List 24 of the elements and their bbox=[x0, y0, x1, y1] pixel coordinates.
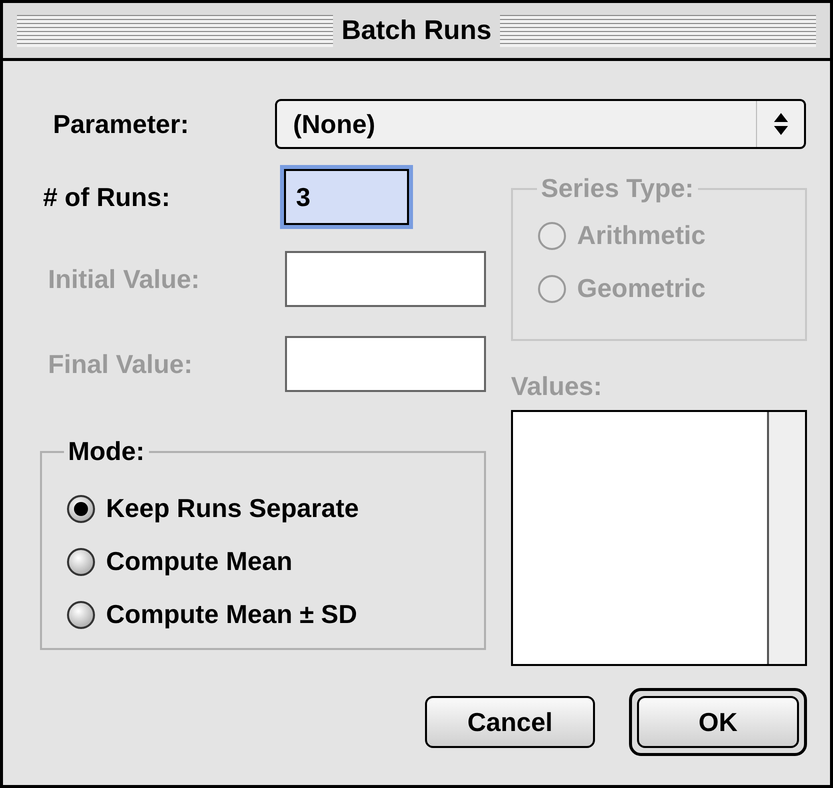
group-label: Mode: bbox=[67, 435, 146, 468]
radio-button[interactable] bbox=[66, 600, 96, 630]
scroll-bar[interactable] bbox=[767, 412, 805, 664]
option-label: Compute Mean bbox=[106, 545, 292, 578]
field-label: # of Runs: bbox=[42, 180, 172, 214]
parameter-popup[interactable]: (None) bbox=[275, 99, 806, 149]
group-label: Series Type: bbox=[540, 172, 695, 205]
input-field[interactable]: 3 bbox=[284, 169, 409, 225]
parameter-label: Parameter: bbox=[53, 108, 190, 140]
values-list[interactable] bbox=[511, 410, 807, 666]
values-label: Values: bbox=[511, 370, 604, 403]
option-label: Compute Mean ± SD bbox=[106, 598, 358, 631]
option-label: Arithmetic bbox=[577, 219, 706, 252]
up-down-arrows-icon bbox=[772, 112, 788, 136]
dialog-button[interactable]: Cancel bbox=[425, 696, 595, 748]
option-label: Geometric bbox=[577, 272, 706, 305]
window-title: Batch Runs bbox=[341, 14, 492, 48]
field-label: Final Value: bbox=[47, 348, 194, 380]
radio-button[interactable] bbox=[66, 494, 96, 524]
radio-button[interactable] bbox=[66, 546, 96, 576]
field-label: Initial Value: bbox=[47, 262, 201, 296]
option-label: Keep Runs Separate bbox=[106, 492, 359, 525]
popup-value: (None) bbox=[292, 108, 376, 140]
dialog-button[interactable]: OK bbox=[637, 696, 799, 748]
